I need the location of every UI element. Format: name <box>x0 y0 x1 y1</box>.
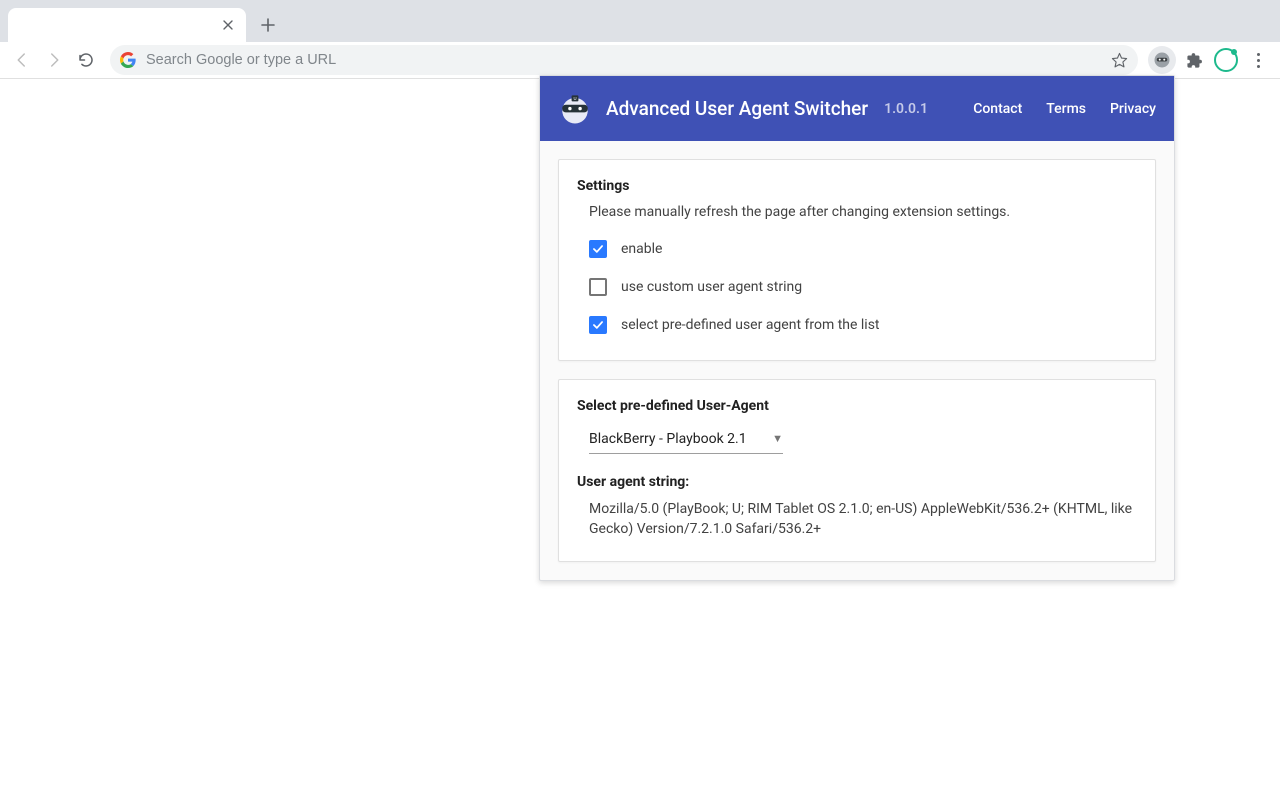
settings-card: Settings Please manually refresh the pag… <box>558 159 1156 361</box>
new-tab-button[interactable] <box>254 11 282 39</box>
ua-select[interactable]: BlackBerry - Playbook 2.1 ▼ <box>589 426 783 454</box>
option-enable-label: enable <box>621 241 662 257</box>
option-custom-row: use custom user agent string <box>589 278 1137 296</box>
bookmark-star-icon[interactable] <box>1110 51 1128 69</box>
browser-menu-button[interactable] <box>1244 46 1272 74</box>
nav-terms[interactable]: Terms <box>1046 101 1086 117</box>
ua-string-value: Mozilla/5.0 (PlayBook; U; RIM Tablet OS … <box>589 500 1137 539</box>
nav-contact[interactable]: Contact <box>973 101 1022 117</box>
google-icon <box>120 52 136 68</box>
tab-strip <box>0 0 1280 42</box>
close-icon[interactable] <box>220 17 236 33</box>
browser-toolbar <box>0 42 1280 79</box>
popup-header: U Advanced User Agent Switcher 1.0.0.1 C… <box>540 76 1174 141</box>
option-enable-row: enable <box>589 240 1137 258</box>
extension-ua-switcher-icon[interactable] <box>1148 46 1176 74</box>
checkbox-enable[interactable] <box>589 240 607 258</box>
option-predefined-label: select pre-defined user agent from the l… <box>621 317 880 333</box>
settings-heading: Settings <box>577 178 1137 194</box>
ua-select-value: BlackBerry - Playbook 2.1 <box>589 431 747 447</box>
settings-note: Please manually refresh the page after c… <box>589 204 1137 220</box>
nav-privacy[interactable]: Privacy <box>1110 101 1156 117</box>
popup-title: Advanced User Agent Switcher <box>606 97 868 120</box>
browser-tab[interactable] <box>8 8 246 42</box>
popup-version: 1.0.0.1 <box>884 101 928 117</box>
profile-avatar[interactable] <box>1212 46 1240 74</box>
predefined-card: Select pre-defined User-Agent BlackBerry… <box>558 379 1156 562</box>
omnibox[interactable] <box>110 45 1138 75</box>
back-button[interactable] <box>8 46 36 74</box>
popup-nav: Contact Terms Privacy <box>973 101 1156 117</box>
option-predefined-row: select pre-defined user agent from the l… <box>589 316 1137 334</box>
url-input[interactable] <box>146 52 1100 68</box>
checkbox-custom[interactable] <box>589 278 607 296</box>
option-custom-label: use custom user agent string <box>621 279 802 295</box>
ua-string-label: User agent string: <box>577 474 1137 490</box>
svg-text:U: U <box>573 96 576 101</box>
predefined-heading: Select pre-defined User-Agent <box>577 398 1137 414</box>
extension-popup: U Advanced User Agent Switcher 1.0.0.1 C… <box>539 75 1175 581</box>
forward-button[interactable] <box>40 46 68 74</box>
chevron-down-icon: ▼ <box>772 432 783 445</box>
reload-button[interactable] <box>72 46 100 74</box>
ninja-icon: U <box>558 92 592 126</box>
extensions-puzzle-icon[interactable] <box>1180 46 1208 74</box>
checkbox-predefined[interactable] <box>589 316 607 334</box>
